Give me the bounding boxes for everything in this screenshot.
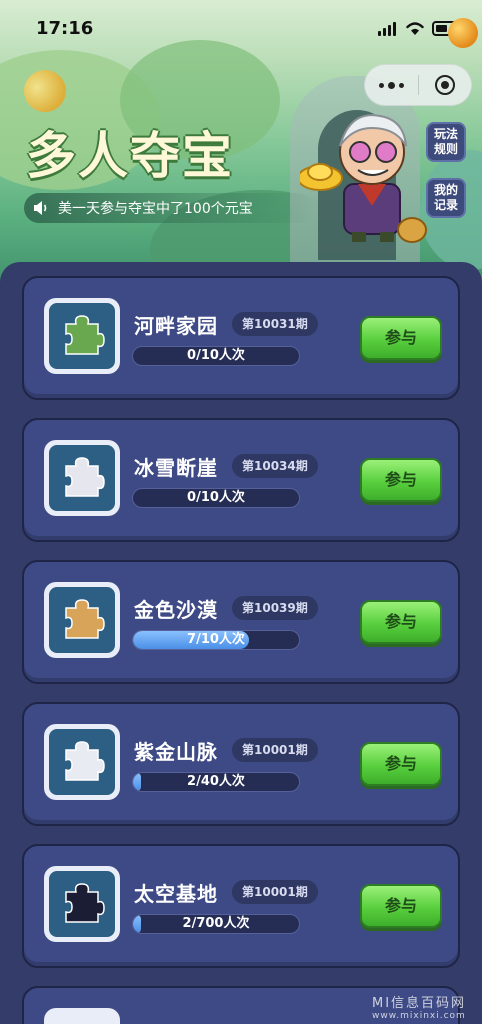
progress-text: 7/10人次 — [187, 632, 245, 647]
my-records-button-label: 我的 记录 — [433, 183, 458, 212]
header-banner: 17:16 多人夺宝 美一天参与夺宝中了100个元宝 玩法 规则 我的 记录 — [0, 0, 482, 290]
item-name: 冰雪断崖 — [134, 456, 218, 480]
watermark-line1: MI信息百码网 — [372, 996, 467, 1011]
rules-button-label: 玩法 规则 — [433, 127, 458, 156]
progress-bar: 7/10人次 — [132, 630, 300, 650]
notice-text: 美一天参与夺宝中了100个元宝 — [58, 201, 253, 217]
item-name: 紫金山脉 — [134, 740, 218, 764]
mascot-illustration — [297, 106, 430, 246]
wifi-icon — [404, 20, 426, 40]
item-thumbnail — [44, 866, 120, 942]
puzzle-piece-icon — [58, 878, 106, 930]
join-button[interactable]: 参与 — [360, 316, 442, 360]
item-name: 金色沙漠 — [134, 598, 218, 622]
watermark-line2: www.mixinxi.com — [372, 1011, 466, 1021]
puzzle-piece-icon — [58, 594, 106, 646]
coin-decoration — [448, 18, 478, 48]
miniprogram-capsule — [364, 64, 472, 106]
period-badge: 第10039期 — [232, 596, 318, 620]
progress-text: 0/10人次 — [187, 490, 245, 505]
watermark: MI信息百码网 www.mixinxi.com — [372, 992, 466, 1021]
item-thumbnail-image — [49, 303, 115, 369]
page-title: 多人夺宝 — [26, 127, 234, 185]
progress-bar: 2/700人次 — [132, 914, 300, 934]
join-button[interactable]: 参与 — [360, 742, 442, 786]
progress-text: 2/40人次 — [187, 774, 245, 789]
item-thumbnail — [44, 1008, 120, 1024]
puzzle-piece-icon — [58, 310, 106, 362]
period-badge: 第10001期 — [232, 738, 318, 762]
puzzle-piece-icon — [58, 736, 106, 788]
puzzle-piece-icon — [58, 452, 106, 504]
item-name: 太空基地 — [134, 882, 218, 906]
list-item: 紫金山脉 第10001期 2/40人次 参与 — [22, 702, 460, 826]
item-thumbnail — [44, 298, 120, 374]
rules-button[interactable]: 玩法 规则 — [426, 122, 466, 162]
item-thumbnail — [44, 582, 120, 658]
close-miniprogram-icon[interactable] — [418, 74, 471, 96]
join-button[interactable]: 参与 — [360, 884, 442, 928]
more-menu-icon[interactable] — [365, 81, 418, 89]
period-badge: 第10034期 — [232, 454, 318, 478]
progress-bar: 2/40人次 — [132, 772, 300, 792]
item-thumbnail — [44, 440, 120, 516]
progress-text: 0/10人次 — [187, 348, 245, 363]
join-button[interactable]: 参与 — [360, 458, 442, 502]
status-time: 17:16 — [36, 18, 94, 39]
my-records-button[interactable]: 我的 记录 — [426, 178, 466, 218]
progress-text: 2/700人次 — [182, 916, 250, 931]
progress-bar: 0/10人次 — [132, 488, 300, 508]
period-badge: 第10001期 — [232, 880, 318, 904]
period-badge: 第10031期 — [232, 312, 318, 336]
join-button[interactable]: 参与 — [360, 600, 442, 644]
status-bar: 17:16 — [0, 0, 482, 58]
item-thumbnail-image — [49, 871, 115, 937]
item-thumbnail-image — [49, 587, 115, 653]
item-thumbnail-image — [49, 729, 115, 795]
list-item: 太空基地 第10001期 2/700人次 参与 — [22, 844, 460, 968]
winner-notice: 美一天参与夺宝中了100个元宝 — [24, 193, 314, 223]
cellular-signal-icon — [378, 22, 396, 36]
list-item: 河畔家园 第10031期 0/10人次 参与 — [22, 276, 460, 400]
list-item: 冰雪断崖 第10034期 0/10人次 参与 — [22, 418, 460, 542]
progress-bar: 0/10人次 — [132, 346, 300, 366]
item-thumbnail — [44, 724, 120, 800]
list-item: 金色沙漠 第10039期 7/10人次 参与 — [22, 560, 460, 684]
speaker-icon — [30, 197, 52, 219]
item-thumbnail-image — [49, 445, 115, 511]
item-name: 河畔家园 — [134, 314, 218, 338]
